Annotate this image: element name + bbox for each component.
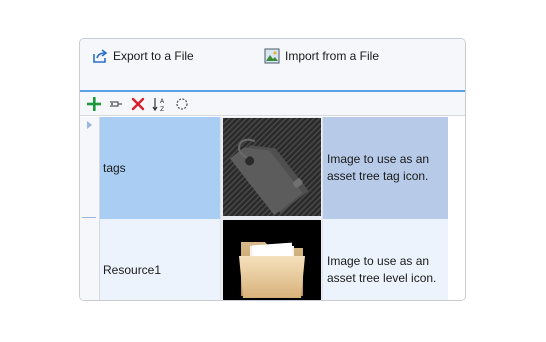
resource-name-cell[interactable]: Resource1 [100, 219, 221, 300]
row-selector[interactable] [80, 219, 100, 300]
assign-button[interactable] [108, 96, 124, 112]
resource-grid: tags Image to use as an asset tree tag i… [80, 116, 465, 300]
export-to-file-button[interactable]: Export to a File [92, 46, 194, 66]
resources-panel: Export to a File Import from a File A Z … [79, 38, 466, 301]
folder-image [223, 220, 321, 300]
sort-button[interactable]: A Z [152, 96, 168, 112]
tag-icon [223, 118, 321, 216]
action-bar: Export to a File Import from a File [80, 39, 465, 90]
grid-right-gutter [448, 219, 465, 300]
import-from-file-label: Import from a File [285, 49, 380, 63]
delete-button[interactable] [130, 96, 146, 112]
resource-name: tags [103, 161, 126, 175]
resource-image-cell[interactable] [221, 219, 323, 300]
image-file-icon [264, 48, 280, 64]
sort-az-icon: A Z [152, 98, 165, 112]
resource-name: Resource1 [103, 263, 162, 277]
refresh-icon [176, 98, 188, 110]
resource-description: Image to use as an asset tree tag icon. [327, 152, 430, 183]
export-icon [92, 48, 108, 64]
grid-toolbar: A Z [80, 92, 465, 116]
resource-description-cell[interactable]: Image to use as an asset tree tag icon. [323, 117, 449, 219]
table-row[interactable]: tags Image to use as an asset tree tag i… [80, 117, 465, 219]
link-icon [110, 101, 122, 107]
table-row[interactable]: Resource1 Image to use as an asset tree … [80, 219, 465, 300]
resource-image-cell[interactable] [221, 117, 323, 219]
import-from-file-button[interactable]: Import from a File [264, 46, 379, 66]
tag-image [223, 118, 321, 216]
resource-description-cell[interactable]: Image to use as an asset tree level icon… [323, 219, 449, 300]
grid-right-gutter [448, 117, 465, 219]
refresh-button[interactable] [174, 96, 190, 112]
svg-text:Z: Z [160, 106, 164, 112]
row-selector[interactable] [80, 117, 100, 219]
current-row-arrow-icon [87, 121, 92, 129]
resource-description: Image to use as an asset tree level icon… [327, 254, 437, 285]
delete-x-icon [131, 97, 145, 111]
add-button[interactable] [86, 96, 102, 112]
plus-icon [87, 97, 101, 111]
svg-text:A: A [160, 98, 165, 105]
resource-name-cell[interactable]: tags [100, 117, 221, 219]
folder-icon [223, 220, 321, 300]
export-to-file-label: Export to a File [113, 49, 194, 63]
row-selector-divider [82, 217, 96, 218]
